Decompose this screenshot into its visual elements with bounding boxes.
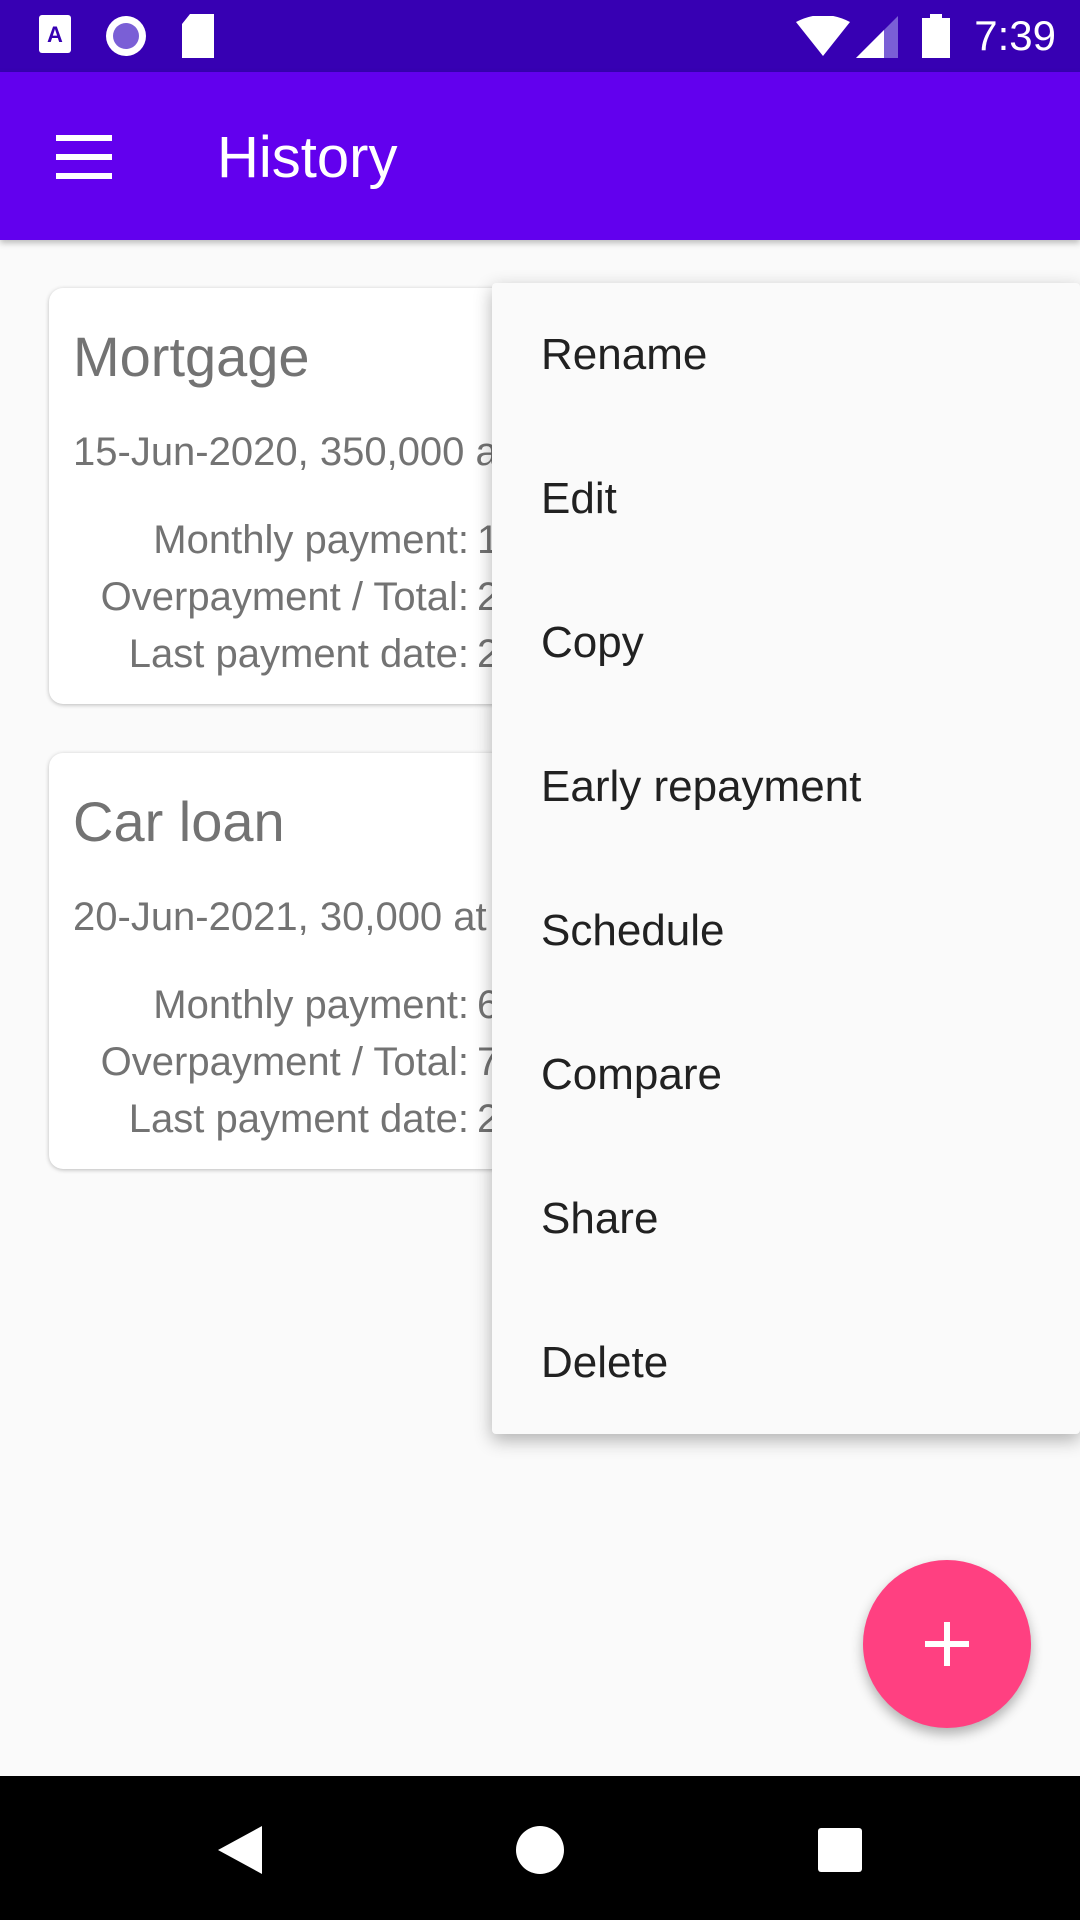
row-label: Monthly payment: xyxy=(153,518,469,562)
sd-card-icon xyxy=(182,14,214,58)
add-button[interactable] xyxy=(863,1560,1031,1728)
menu-item-rename[interactable]: Rename xyxy=(492,283,1080,427)
recents-icon[interactable] xyxy=(818,1828,862,1872)
row-label: Overpayment / Total: xyxy=(100,575,469,619)
menu-item-schedule[interactable]: Schedule xyxy=(492,859,1080,1003)
menu-item-early-repayment[interactable]: Early repayment xyxy=(492,715,1080,859)
menu-item-edit[interactable]: Edit xyxy=(492,427,1080,571)
back-icon[interactable] xyxy=(218,1826,262,1874)
menu-item-delete[interactable]: Delete xyxy=(492,1291,1080,1435)
row-label: Last payment date: xyxy=(128,1097,469,1141)
svg-text:A: A xyxy=(47,22,63,47)
row-label: Last payment date: xyxy=(128,632,469,676)
row-label: Monthly payment: xyxy=(153,983,469,1027)
navigation-bar xyxy=(0,1776,1080,1920)
card-summary: 20-Jun-2021, 30,000 at xyxy=(73,895,487,939)
status-bar: A 7:39 xyxy=(0,0,1080,72)
menu-item-share[interactable]: Share xyxy=(492,1147,1080,1291)
battery-icon xyxy=(922,14,950,58)
card-title: Mortgage xyxy=(73,325,310,388)
row-label: Overpayment / Total: xyxy=(100,1040,469,1084)
home-icon[interactable] xyxy=(516,1826,564,1874)
card-summary: 15-Jun-2020, 350,000 a xyxy=(73,430,498,474)
menu-item-compare[interactable]: Compare xyxy=(492,1003,1080,1147)
menu-item-copy[interactable]: Copy xyxy=(492,571,1080,715)
signal-icon xyxy=(856,16,898,58)
clock: 7:39 xyxy=(974,12,1056,59)
card-title: Car loan xyxy=(73,790,285,853)
record-icon xyxy=(106,16,146,56)
hamburger-icon[interactable] xyxy=(40,122,130,192)
page-title: History xyxy=(217,125,398,190)
accessibility-icon: A xyxy=(39,15,71,53)
context-menu: Rename Edit Copy Early repayment Schedul… xyxy=(492,283,1080,1434)
app-bar: History xyxy=(0,72,1080,240)
wifi-icon xyxy=(796,16,850,56)
